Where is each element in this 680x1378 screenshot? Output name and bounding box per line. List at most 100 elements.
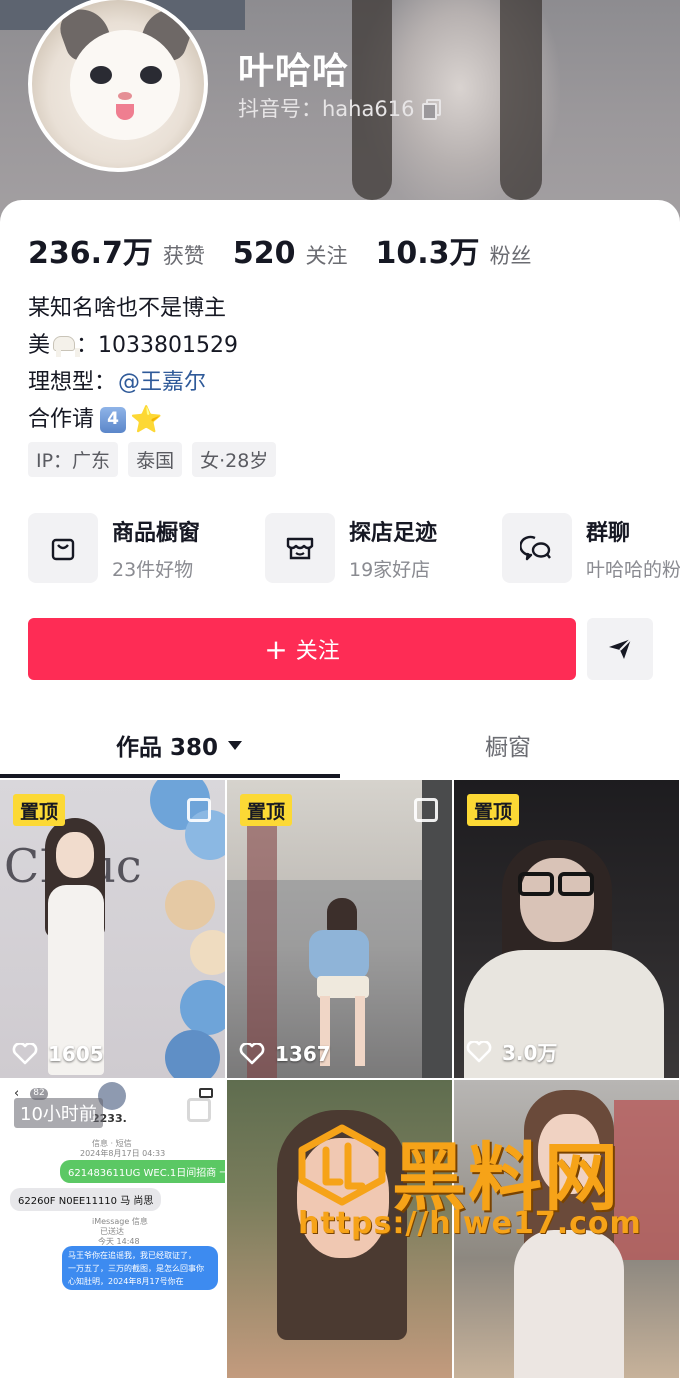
person-skirt (317, 976, 369, 998)
time-label: 10小时前 (14, 1098, 103, 1128)
stat-label: 粉丝 (489, 244, 532, 268)
avatar-tongue (116, 104, 134, 120)
bio-line-3: 理想型： @王嘉尔 (28, 364, 238, 401)
person-face (520, 858, 594, 942)
balloon (180, 980, 225, 1035)
office-pillar (422, 780, 452, 1078)
store-icon (265, 513, 335, 583)
tag-ip: IP：广东 (28, 442, 119, 477)
shortcut-showcase[interactable]: 商品橱窗 23件好物 (28, 512, 200, 584)
video-thumbnail-4[interactable]: ‹ 82 2233. 10小时前 信息 · 短信 2024年8月17日 04:3… (0, 1080, 225, 1378)
pinned-badge: 置顶 (240, 794, 293, 826)
douyin-id-text: 抖音号：haha616 (238, 97, 415, 121)
shortcut-subtitle: 叶哈哈的粉 (586, 558, 680, 581)
balloon (190, 930, 225, 975)
person-top (514, 1230, 624, 1378)
profile-tags: IP：广东 泰国 女·28岁 (28, 442, 277, 477)
cover-hair-right (500, 0, 542, 200)
shortcut-title: 探店足迹 (349, 520, 438, 546)
like-count: 3.0万 (466, 1037, 557, 1066)
shortcut-subtitle: 23件好物 (112, 558, 194, 581)
avatar-nose (118, 92, 132, 100)
heart-icon (12, 1043, 38, 1065)
heart-icon (466, 1040, 492, 1062)
number-four-icon: 4 (100, 406, 127, 433)
stats-row: 236.7万 获赞 520 关注 10.3万 粉丝 (28, 228, 560, 272)
profile-sheet: 236.7万 获赞 520 关注 10.3万 粉丝 某知名啥也不是博主 美 ：1… (0, 200, 680, 1378)
multi-image-icon (187, 1098, 211, 1122)
chat-bubble-green: 621483611UG WEC.1日间招商 一件 (60, 1160, 225, 1183)
like-count: 1367 (239, 1042, 331, 1066)
watermark-logo (298, 1124, 386, 1206)
bio-line-4-prefix: 合作请 (28, 407, 95, 432)
chat-bubble-blue: 马王爷你在追谣我，我已经取证了， 一万五了，三万的截图，是怎么回事你 心知肚明，… (62, 1246, 218, 1290)
like-count-value: 1367 (275, 1042, 331, 1066)
balloon (165, 1030, 220, 1078)
stat-label: 获赞 (162, 244, 205, 268)
stat-value: 520 (232, 236, 296, 271)
pinned-badge: 置顶 (13, 794, 66, 826)
stat-label: 关注 (305, 244, 348, 268)
video-thumbnail-1[interactable]: CMuc控美学 置顶 1605 (0, 780, 225, 1078)
office-door (247, 820, 277, 1078)
balloon (165, 880, 215, 930)
stat-likes[interactable]: 236.7万 获赞 (28, 228, 205, 272)
plus-icon: + (264, 632, 288, 666)
paper-plane-icon (609, 638, 632, 659)
tab-works-label: 作品 380 (116, 735, 219, 761)
avatar-eye-left (90, 66, 112, 84)
douyin-id[interactable]: 抖音号：haha616 (238, 93, 442, 123)
shortcut-store-visits[interactable]: 探店足迹 19家好店 (265, 512, 437, 584)
multi-image-icon (187, 798, 211, 822)
like-count-value: 1605 (48, 1042, 104, 1066)
video-call-icon (199, 1088, 213, 1098)
video-thumbnail-3[interactable]: 置顶 3.0万 (454, 780, 679, 1078)
person-leg (355, 996, 365, 1066)
content-tabs: 作品 380 橱窗 (0, 710, 680, 780)
bio-line-2-prefix: 美 (28, 333, 51, 358)
shopping-bag-icon (28, 513, 98, 583)
like-count: 1605 (12, 1042, 104, 1066)
shortcut-title: 商品橱窗 (112, 520, 201, 546)
tab-works[interactable]: 作品 380 (116, 710, 243, 780)
watermark-url: https://hlwe17.com (298, 1206, 642, 1241)
avatar[interactable] (28, 0, 208, 172)
stat-followers[interactable]: 10.3万 粉丝 (376, 228, 532, 272)
heart-icon (239, 1043, 265, 1065)
tag-gender-age: 女·28岁 (192, 442, 277, 477)
avatar-face (70, 30, 180, 140)
like-count-value: 3.0万 (502, 1041, 558, 1065)
chat-bubble-grey: 62260F N0EE11110 马 尚思 (10, 1188, 162, 1211)
pinned-badge: 置顶 (467, 794, 520, 826)
stat-following[interactable]: 520 关注 (233, 236, 348, 271)
bio: 某知名啥也不是博主 美 ：1033801529 理想型： @王嘉尔 合作请 4 … (28, 290, 238, 438)
copy-icon[interactable] (422, 99, 442, 120)
bio-line-2-suffix: ：1033801529 (76, 333, 238, 358)
chat-blue-line: 一万五了，三万的截图，是怎么回事你 (68, 1264, 204, 1273)
tab-showcase[interactable]: 橱窗 (485, 710, 531, 780)
follow-button[interactable]: + 关注 (28, 618, 576, 680)
stat-value: 10.3万 (375, 236, 480, 271)
mention-link[interactable]: @王嘉尔 (118, 364, 206, 401)
person-face (56, 832, 94, 878)
chat-blue-line: 心知肚明，2024年8月17号你在 (68, 1277, 184, 1286)
tooth-icon (52, 334, 81, 358)
star-icon: ⭐ (130, 404, 163, 435)
follow-label: 关注 (295, 639, 340, 664)
person-jacket (309, 930, 369, 980)
person-glasses (558, 872, 594, 896)
shortcut-group-chat[interactable]: 群聊 叶哈哈的粉 (502, 512, 680, 584)
multi-image-icon (414, 798, 438, 822)
share-button[interactable] (587, 618, 653, 680)
bio-line-1: 某知名啥也不是博主 (28, 296, 227, 321)
avatar-eye-right (140, 66, 162, 84)
shortcut-subtitle: 19家好店 (349, 558, 431, 581)
tag-location: 泰国 (128, 442, 183, 477)
tab-underline (0, 774, 340, 778)
video-thumbnail-2[interactable]: 置顶 1367 (227, 780, 452, 1078)
nickname: 叶哈哈 (238, 51, 350, 92)
bio-line-2: 美 ：1033801529 (28, 327, 238, 364)
chat-sub-2: 2024年8月17日 04:33 (80, 1149, 166, 1158)
caret-down-icon[interactable] (228, 740, 243, 750)
tab-showcase-label: 橱窗 (485, 735, 531, 761)
